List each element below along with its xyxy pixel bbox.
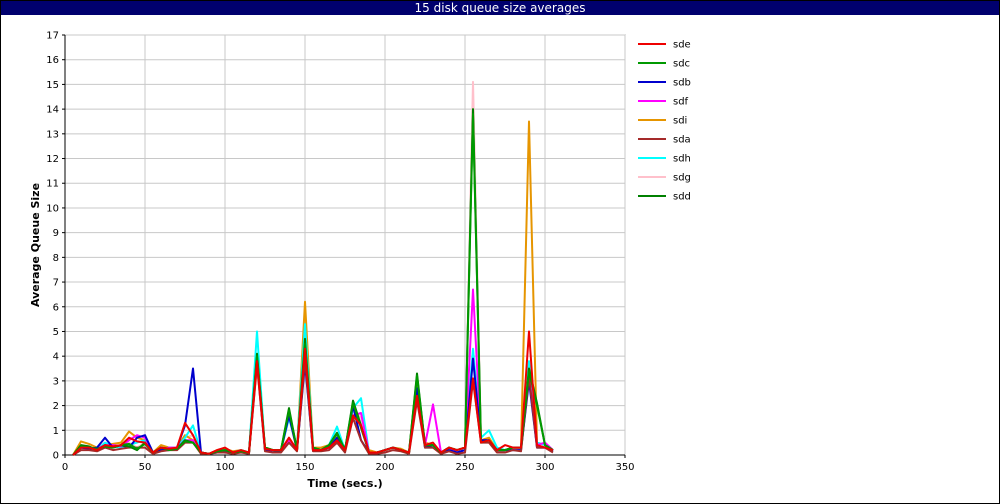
legend-label-sde: sde (673, 40, 691, 51)
chart-svg: 012345678910111213141516170 50 100 150 200 25… (29, 31, 691, 491)
y-tick-label: 8 (53, 253, 59, 264)
grid (64, 34, 626, 456)
y-tick-label: 15 (46, 80, 59, 91)
plot-area (64, 34, 626, 456)
legend-label-sdb: sdb (673, 78, 691, 89)
legend-label-sdd: sdd (673, 192, 691, 203)
legend-label-sdc: sdc (673, 59, 690, 70)
x-tick-label: 350 (615, 462, 634, 473)
x-tick-label: 200 (375, 462, 394, 473)
y-tick-label: 11 (46, 179, 59, 190)
y-tick-label: 9 (53, 228, 59, 239)
y-tick-label: 3 (53, 376, 59, 387)
legend-label-sdh: sdh (673, 154, 691, 165)
y-tick-label: 2 (53, 401, 59, 412)
x-tick-label: 100 (215, 462, 234, 473)
y-tick-label: 10 (46, 203, 59, 214)
x-tick-label: 300 (535, 462, 554, 473)
legend-label-sdf: sdf (673, 97, 689, 108)
x-tick-label: 0 (62, 462, 68, 473)
y-axis-title: Average Queue Size (29, 183, 42, 307)
x-tick-label: 150 (295, 462, 314, 473)
legend-label-sda: sda (673, 135, 691, 146)
legend: sde sdc sdb sdf sdi sda sdh sdg sdd (638, 40, 691, 203)
legend-label-sdi: sdi (673, 116, 687, 127)
y-tick-label: 1 (53, 426, 59, 437)
x-tick-label: 50 (139, 462, 152, 473)
x-axis-title: Time (secs.) (307, 477, 382, 490)
legend-label-sdg: sdg (673, 173, 691, 184)
y-tick-label: 0 (53, 451, 59, 462)
y-tick-label: 6 (53, 302, 59, 313)
y-tick-label: 7 (53, 278, 59, 289)
y-tick-label: 5 (53, 327, 59, 338)
y-tick-label: 12 (46, 154, 59, 165)
y-tick-label: 16 (46, 55, 59, 66)
y-tick-label: 14 (46, 105, 59, 116)
y-tick-label: 4 (53, 352, 59, 363)
y-tick-label: 13 (46, 129, 59, 140)
x-tick-label: 250 (455, 462, 474, 473)
y-tick-label: 17 (46, 31, 59, 42)
